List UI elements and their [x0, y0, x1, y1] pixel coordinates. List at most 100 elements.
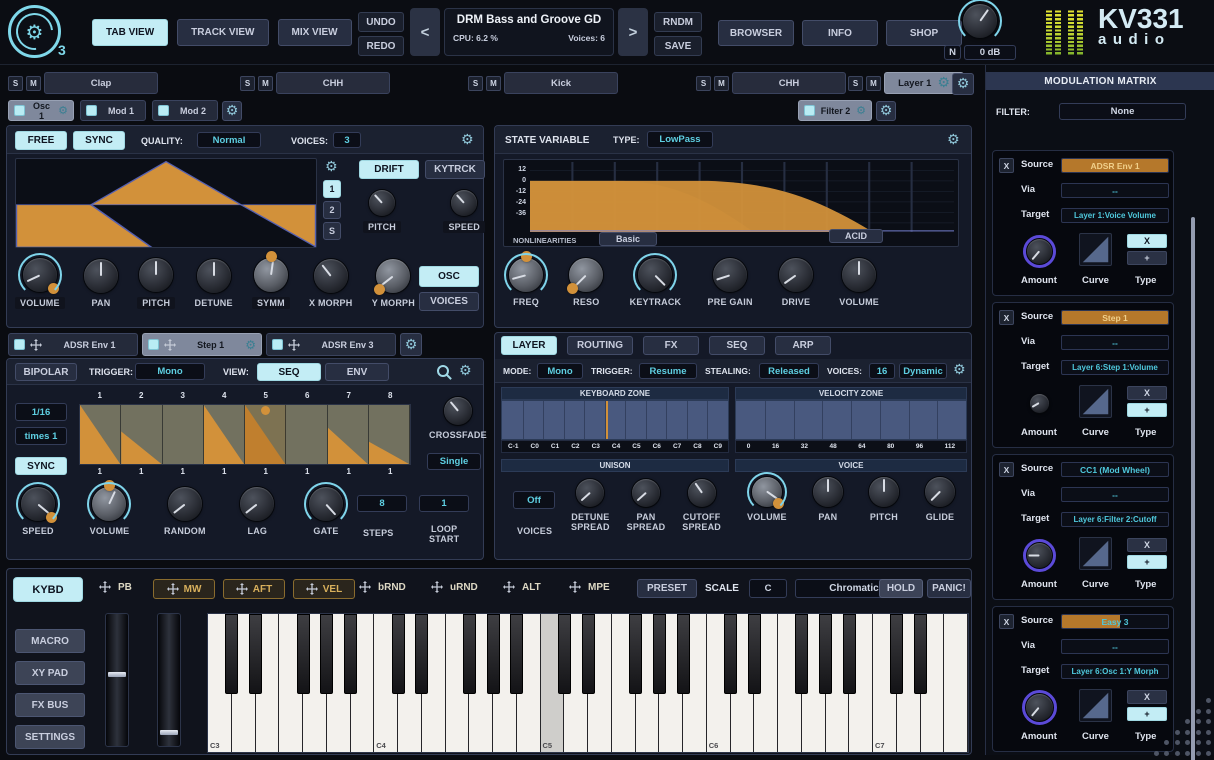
side-button-macro[interactable]: MACRO	[15, 629, 85, 653]
black-key[interactable]	[344, 614, 357, 694]
zoom-icon[interactable]	[437, 365, 449, 377]
curve-selector[interactable]	[1079, 537, 1112, 570]
lag-knob[interactable]	[240, 487, 274, 521]
black-key[interactable]	[392, 614, 405, 694]
black-key[interactable]	[510, 614, 523, 694]
amount-knob[interactable]	[1026, 694, 1053, 721]
amount-knob[interactable]	[1027, 543, 1052, 568]
pan-spread-knob[interactable]	[632, 479, 660, 507]
layer-settings-gear-icon[interactable]: ⚙	[953, 363, 966, 377]
wave-button-s[interactable]: S	[323, 222, 341, 240]
curve-selector[interactable]	[1079, 233, 1112, 266]
step-rate-value[interactable]: 1/16	[15, 403, 67, 421]
control-alt[interactable]: ALT	[503, 581, 541, 593]
gate-knob[interactable]	[309, 487, 343, 521]
keyboard-zone-display[interactable]	[501, 400, 729, 440]
solo-button[interactable]: S	[240, 76, 255, 91]
random-knob[interactable]	[168, 487, 202, 521]
module-tab-osc-1[interactable]: Osc 1⚙	[8, 100, 74, 121]
unison-voices-value[interactable]: Off	[513, 491, 555, 509]
black-key[interactable]	[677, 614, 690, 694]
wheel-handle[interactable]	[160, 730, 178, 735]
volume-knob[interactable]	[23, 258, 57, 292]
view-tab-mix-view[interactable]: MIX VIEW	[278, 19, 352, 46]
filter-type-value[interactable]: LowPass	[647, 131, 713, 148]
drift-button[interactable]: DRIFT	[359, 160, 419, 179]
randomize-button[interactable]: RNDM	[654, 12, 702, 32]
layer-panel-tab-layer[interactable]: LAYER	[501, 336, 557, 355]
target-value[interactable]: Layer 1:Voice Volume	[1061, 208, 1169, 223]
save-button[interactable]: SAVE	[654, 36, 702, 56]
layer-panel-tab-routing[interactable]: ROUTING	[567, 336, 633, 355]
osc-sync-button[interactable]: SYNC	[73, 131, 125, 150]
osc-voices-value[interactable]: 3	[333, 132, 361, 148]
next-preset-button[interactable]: >	[618, 8, 648, 56]
layer-tab-chh[interactable]: CHH	[276, 72, 390, 94]
osc-view-button[interactable]: OSC	[419, 266, 479, 287]
view-tab-tab-view[interactable]: TAB VIEW	[92, 19, 168, 46]
black-key[interactable]	[914, 614, 927, 694]
layer-tab-kick[interactable]: Kick	[504, 72, 618, 94]
detune-knob[interactable]	[197, 259, 231, 293]
module-enable-checkbox[interactable]	[14, 105, 25, 116]
remove-entry-button[interactable]: X	[999, 614, 1014, 629]
black-key[interactable]	[463, 614, 476, 694]
mod-add-gear-chip[interactable]: ⚙	[400, 333, 422, 356]
type-x-button[interactable]: X	[1127, 690, 1167, 704]
nav-browser-button[interactable]: BROWSER	[718, 20, 794, 46]
control-pb[interactable]: PB	[99, 581, 132, 593]
pitch-knob[interactable]	[139, 258, 173, 292]
type-x-button[interactable]: X	[1127, 234, 1167, 248]
target-value[interactable]: Layer 6:Filter 2:Cutoff	[1061, 512, 1169, 527]
keytrack-knob[interactable]	[638, 258, 672, 292]
solo-button[interactable]: S	[696, 76, 711, 91]
osc-voices-view-button[interactable]: VOICES	[419, 292, 479, 311]
osc-waveform-display[interactable]	[15, 158, 317, 248]
matrix-filter-value[interactable]: None	[1059, 103, 1186, 120]
master-db-readout[interactable]: 0 dB	[964, 45, 1016, 60]
side-button-settings[interactable]: SETTINGS	[15, 725, 85, 749]
view-env-button[interactable]: ENV	[325, 363, 389, 381]
layer-trigger-value[interactable]: Resume	[639, 363, 697, 379]
kytrck-button[interactable]: KYTRCK	[425, 160, 485, 179]
acid-button[interactable]: ACID	[829, 229, 883, 243]
solo-button[interactable]: S	[848, 76, 863, 91]
seq-step-6[interactable]	[286, 405, 327, 464]
black-key[interactable]	[653, 614, 666, 694]
source-value[interactable]: Step 1	[1061, 310, 1169, 325]
mod-enable-checkbox[interactable]	[272, 339, 283, 350]
layer-tab-chh[interactable]: CHH	[732, 72, 846, 94]
layer-panel-tab-arp[interactable]: ARP	[775, 336, 831, 355]
solo-button[interactable]: S	[468, 76, 483, 91]
curve-selector[interactable]	[1079, 385, 1112, 418]
speed-knob[interactable]	[21, 487, 55, 521]
layer-settings-gear-chip[interactable]: ⚙	[952, 73, 974, 95]
y-morph-knob[interactable]	[376, 259, 410, 293]
black-key[interactable]	[629, 614, 642, 694]
filter-gear-chip[interactable]: ⚙	[876, 101, 896, 121]
module-tab-mod-2[interactable]: Mod 2	[152, 100, 218, 121]
master-volume-knob[interactable]	[963, 4, 997, 38]
black-key[interactable]	[748, 614, 761, 694]
pitch-knob[interactable]	[369, 190, 395, 216]
glide-knob[interactable]	[925, 477, 955, 507]
source-value[interactable]: Easy 3	[1061, 614, 1169, 629]
type-plus-button[interactable]: +	[1127, 403, 1167, 417]
velocity-zone-display[interactable]	[735, 400, 967, 440]
prev-preset-button[interactable]: <	[410, 8, 440, 56]
black-key[interactable]	[297, 614, 310, 694]
preset-scale-button[interactable]: PRESET	[637, 579, 697, 598]
layer-tab-clap[interactable]: Clap	[44, 72, 158, 94]
remove-entry-button[interactable]: X	[999, 158, 1014, 173]
module-enable-checkbox[interactable]	[158, 105, 169, 116]
amount-knob[interactable]	[1030, 394, 1049, 413]
pan-knob[interactable]	[813, 477, 843, 507]
osc-settings-gear-icon[interactable]: ⚙	[461, 133, 474, 147]
nav-info-button[interactable]: INFO	[802, 20, 878, 46]
mod-wheel[interactable]	[157, 613, 181, 747]
seq-step-3[interactable]	[163, 405, 204, 464]
amount-knob[interactable]	[1027, 239, 1052, 264]
black-key[interactable]	[415, 614, 428, 694]
seq-step-2[interactable]	[121, 405, 162, 464]
layer-voices-value[interactable]: 16	[869, 363, 895, 379]
